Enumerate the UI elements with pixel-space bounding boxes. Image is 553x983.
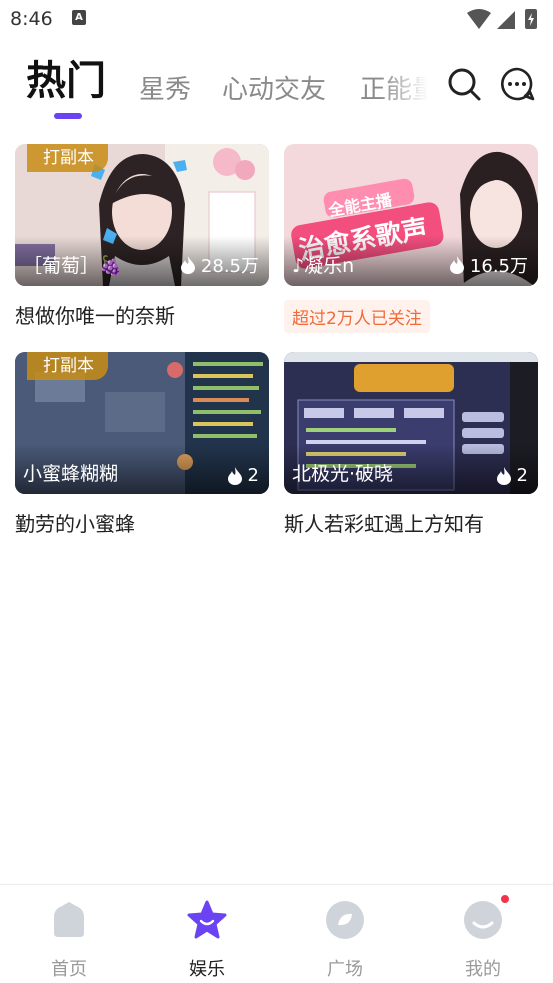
nav-profile[interactable]: 我的 bbox=[443, 893, 523, 981]
view-count-value: 2 bbox=[247, 465, 259, 486]
nav-label: 首页 bbox=[51, 959, 87, 980]
streamer-name: ［葡萄］🍇 bbox=[23, 255, 123, 277]
nav-label: 娱乐 bbox=[189, 959, 225, 980]
tab-dating[interactable]: 心动交友 bbox=[222, 69, 326, 106]
card-title[interactable]: 斯人若彩虹遇上方知有 bbox=[284, 508, 538, 537]
live-thumbnail[interactable]: 北极光·破晓 2 bbox=[284, 352, 538, 494]
view-count-value: 28.5万 bbox=[200, 256, 259, 277]
live-thumbnail[interactable]: 全能主播 治愈系歌声 ♪凝乐n 16.5万 bbox=[284, 144, 538, 286]
profile-icon bbox=[464, 901, 502, 939]
status-icons bbox=[467, 9, 537, 29]
fire-icon bbox=[496, 466, 511, 485]
category-badge: 打副本 bbox=[27, 352, 108, 380]
status-bar: 8:46 A bbox=[0, 0, 553, 38]
view-count-value: 16.5万 bbox=[469, 256, 528, 277]
notification-dot bbox=[499, 893, 511, 905]
search-icon[interactable] bbox=[446, 66, 482, 102]
view-count: 2 bbox=[227, 465, 259, 486]
home-icon bbox=[54, 902, 84, 937]
message-icon[interactable] bbox=[499, 66, 535, 102]
live-thumbnail[interactable]: 打副本 ［葡萄］🍇 28.5万 bbox=[15, 144, 269, 286]
tab-hot[interactable]: 热门 bbox=[26, 48, 106, 106]
nav-square[interactable]: 广场 bbox=[305, 899, 385, 981]
view-count-value: 2 bbox=[516, 465, 528, 486]
fire-icon bbox=[180, 256, 195, 274]
view-count: 16.5万 bbox=[449, 252, 528, 278]
signal-icon bbox=[497, 11, 515, 29]
live-thumbnail[interactable]: 打副本 小蜜蜂糊糊 2 bbox=[15, 352, 269, 494]
fire-icon bbox=[449, 256, 464, 274]
category-badge: 打副本 bbox=[27, 144, 108, 172]
view-count: 28.5万 bbox=[180, 252, 259, 278]
live-card[interactable]: 全能主播 治愈系歌声 ♪凝乐n 16.5万 超过2万人已关注 bbox=[284, 144, 538, 333]
tabs-fade bbox=[380, 56, 440, 116]
tab-indicator bbox=[54, 113, 82, 119]
nav-entertainment[interactable]: 娱乐 bbox=[167, 899, 247, 981]
fire-icon bbox=[227, 466, 242, 485]
star-icon bbox=[187, 900, 227, 939]
view-count: 2 bbox=[496, 465, 528, 486]
svg-text:全能主播: 全能主播 bbox=[326, 190, 394, 220]
nav-home[interactable]: 首页 bbox=[29, 899, 109, 981]
wifi-icon bbox=[467, 9, 491, 29]
card-title[interactable]: 勤劳的小蜜蜂 bbox=[15, 508, 269, 537]
card-title[interactable]: 想做你唯一的奈斯 bbox=[15, 300, 269, 329]
notification-icon: A bbox=[72, 10, 86, 25]
tab-xingxiu[interactable]: 星秀 bbox=[139, 69, 191, 106]
streamer-name: ♪凝乐n bbox=[292, 255, 355, 277]
follow-count-tag: 超过2万人已关注 bbox=[284, 300, 430, 333]
live-card[interactable]: 北极光·破晓 2 斯人若彩虹遇上方知有 bbox=[284, 352, 538, 537]
status-time: 8:46 bbox=[10, 8, 53, 30]
live-card[interactable]: 打副本 小蜜蜂糊糊 2 勤劳的小蜜蜂 bbox=[15, 352, 269, 537]
nav-label: 我的 bbox=[465, 959, 501, 980]
square-icon bbox=[326, 901, 364, 939]
streamer-name: 小蜜蜂糊糊 bbox=[23, 463, 119, 485]
streamer-name: 北极光·破晓 bbox=[292, 463, 394, 485]
bottom-nav: 首页 娱乐 广场 我的 bbox=[0, 884, 553, 983]
live-card[interactable]: 打副本 ［葡萄］🍇 28.5万 想做你唯一的奈斯 bbox=[15, 144, 269, 329]
nav-label: 广场 bbox=[327, 959, 363, 980]
